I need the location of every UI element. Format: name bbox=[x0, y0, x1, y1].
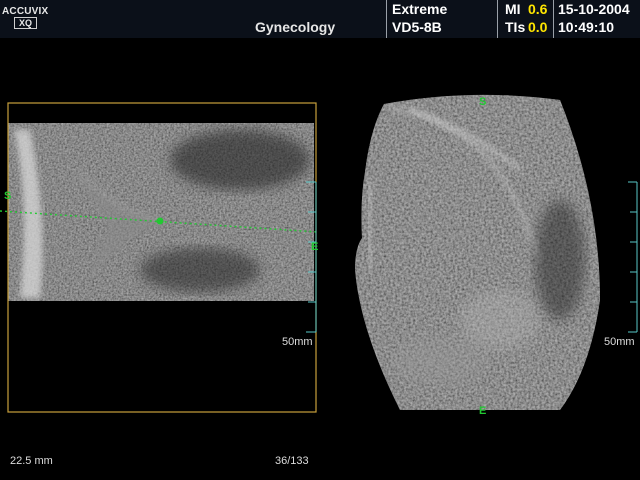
guide-dot[interactable] bbox=[156, 217, 164, 225]
right-depth-scale bbox=[628, 181, 638, 333]
left-start-marker[interactable]: S bbox=[4, 190, 11, 202]
exam-date: 15-10-2004 bbox=[558, 1, 630, 17]
preset-label[interactable]: Extreme bbox=[392, 1, 447, 17]
exam-time: 10:49:10 bbox=[558, 19, 615, 35]
divider bbox=[386, 0, 387, 38]
brand-logo: ACCUVIX bbox=[2, 6, 49, 17]
right-scan-view[interactable] bbox=[350, 88, 610, 418]
left-depth-label: 50mm bbox=[282, 336, 313, 348]
tis-label: TIs bbox=[505, 19, 526, 35]
divider bbox=[553, 0, 554, 38]
right-start-marker[interactable]: S bbox=[479, 96, 486, 108]
measurement-readout: 22.5 mm bbox=[10, 455, 53, 467]
header-bar: ACCUVIX XQ Gynecology Extreme VD5-8B MI … bbox=[0, 0, 640, 38]
left-end-marker[interactable]: E bbox=[311, 241, 318, 253]
ultrasound-image-area bbox=[0, 88, 638, 418]
frame-counter: 36/133 bbox=[275, 455, 309, 467]
tis-value: 0.0 bbox=[528, 19, 548, 35]
probe-label[interactable]: VD5-8B bbox=[392, 19, 442, 35]
divider bbox=[497, 0, 498, 38]
model-badge: XQ bbox=[14, 17, 38, 29]
application-label[interactable]: Gynecology bbox=[255, 19, 335, 35]
mi-label: MI bbox=[505, 1, 521, 17]
right-depth-label: 50mm bbox=[604, 336, 635, 348]
mi-value: 0.6 bbox=[528, 1, 548, 17]
left-scan-view[interactable] bbox=[8, 123, 314, 301]
right-end-marker[interactable]: E bbox=[479, 405, 486, 417]
